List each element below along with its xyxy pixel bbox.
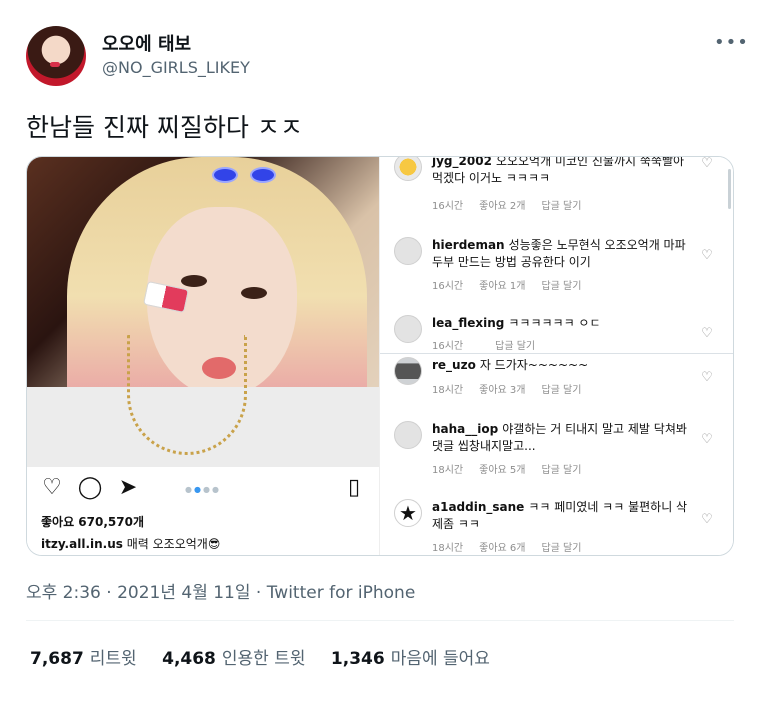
quote-label: 인용한 트윗 (221, 649, 306, 669)
comment-user[interactable]: jyg_2002 (432, 157, 492, 168)
list-item: jyg_2002 오오오억개 미코인 진물까지 쭉쭉빨아먹겠다 이거노 ㅋㅋㅋㅋ … (380, 157, 733, 223)
comment-user[interactable]: a1addin_sane (432, 500, 524, 514)
comment-time: 18시간 (432, 543, 464, 554)
list-item: re_uzo 자 드가자~~~~~~ ♡ 18시간 좋아요 3개 답글 달기 (380, 357, 733, 427)
comment-text: 자 드가자~~~~~~ (479, 358, 589, 372)
comment-avatar[interactable] (394, 357, 422, 385)
reply-link[interactable]: 답글 달기 (541, 201, 581, 212)
heart-icon[interactable]: ♡ (39, 475, 65, 501)
comment-avatar[interactable] (394, 421, 422, 449)
quote-tweet-stat[interactable]: 4,468 인용한 트윗 (162, 649, 305, 669)
list-item: hierdeman 성능좋은 노무현식 오조오억개 마파두부 만드는 방법 공유한… (380, 237, 733, 307)
likes-count: 좋아요 670,570개 (41, 515, 144, 529)
like-stat[interactable]: 1,346 마음에 들어요 (331, 649, 490, 669)
comment-time: 16시간 (432, 281, 464, 292)
reply-link[interactable]: 답글 달기 (541, 465, 581, 476)
like-count: 1,346 (330, 649, 385, 669)
comment-time: 18시간 (432, 465, 464, 476)
comment-avatar[interactable] (394, 157, 422, 181)
comment-user[interactable]: hierdeman (432, 238, 505, 252)
comment-icon[interactable]: ◯ (77, 475, 103, 501)
comment-user[interactable]: re_uzo (432, 358, 476, 372)
carousel-dots: ●●●● (185, 485, 221, 494)
quote-count: 4,468 (162, 649, 216, 669)
share-icon[interactable]: ➤ (115, 475, 141, 501)
caption-text: 매력 오조오억개😎 (126, 537, 221, 551)
divider (26, 620, 734, 621)
retweet-label: 리트윗 (89, 649, 137, 669)
comment-avatar[interactable] (394, 315, 422, 343)
instagram-photo (27, 157, 379, 467)
tweet-text: 한남들 진짜 찌질하다 ㅈㅈ (26, 113, 303, 142)
comment-likes[interactable]: 좋아요 6개 (479, 543, 525, 554)
like-label: 마음에 들어요 (390, 649, 490, 669)
comment-likes[interactable]: 좋아요 1개 (479, 281, 525, 292)
retweet-count: 7,687 (30, 649, 84, 669)
reply-link[interactable]: 답글 달기 (541, 281, 581, 292)
heart-icon[interactable]: ♡ (700, 249, 714, 263)
reply-link[interactable]: 답글 달기 (541, 385, 581, 396)
tweet-media[interactable]: ♡ ◯ ➤ ●●●● ▯ 좋아요 670,570개 itzy.all.in.us… (26, 156, 734, 556)
caption: itzy.all.in.us 매력 오조오억개😎 (41, 535, 220, 552)
instagram-action-bar: ♡ ◯ ➤ ●●●● ▯ 좋아요 670,570개 itzy.all.in.us… (27, 467, 379, 555)
caption-user[interactable]: itzy.all.in.us (41, 537, 123, 551)
tweet-timestamp: 오후 2:36 · 2021년 4월 11일 · Twitter for iPh… (26, 578, 415, 603)
heart-icon[interactable]: ♡ (700, 327, 714, 341)
tweet-header: 오오에 태보 @NO_GIRLS_LIKEY ••• (26, 26, 748, 92)
heart-icon[interactable]: ♡ (700, 513, 714, 527)
heart-icon[interactable]: ♡ (700, 371, 714, 385)
comment-avatar[interactable] (394, 237, 422, 265)
reply-link[interactable]: 답글 달기 (495, 341, 535, 352)
display-name[interactable]: 오오에 태보 (102, 30, 191, 56)
comment-user[interactable]: lea_flexing (432, 316, 504, 330)
heart-icon[interactable]: ♡ (700, 157, 714, 171)
tweet-source[interactable]: Twitter for iPhone (267, 583, 416, 603)
list-item: ★ a1addin_sane ㅋㅋ 페미였네 ㅋㅋ 불편하니 삭제좀 ㅋㅋ ♡ 1… (380, 499, 733, 555)
heart-icon[interactable]: ♡ (700, 433, 714, 447)
top-cropped-strip (520, 0, 720, 4)
reply-link[interactable]: 답글 달기 (541, 543, 581, 554)
retweet-stat[interactable]: 7,687 리트윗 (30, 649, 137, 669)
comment-user[interactable]: haha__iop (432, 422, 498, 436)
timestamp-text[interactable]: 오후 2:36 · 2021년 4월 11일 · (26, 583, 267, 603)
bookmark-icon[interactable]: ▯ (341, 475, 367, 501)
comment-text: ㅋㅋㅋㅋㅋㅋ ㅇㄷ (508, 316, 601, 330)
tweet-stats: 7,687 리트윗 4,468 인용한 트윗 1,346 마음에 들어요 (30, 644, 510, 669)
comment-likes[interactable]: 좋아요 5개 (479, 465, 525, 476)
user-handle[interactable]: @NO_GIRLS_LIKEY (102, 58, 250, 77)
more-dots-icon[interactable]: ••• (714, 32, 748, 53)
divider (380, 353, 733, 354)
comment-list: jyg_2002 오오오억개 미코인 진물까지 쭉쭉빨아먹겠다 이거노 ㅋㅋㅋㅋ … (379, 157, 733, 555)
comment-time: 16시간 (432, 341, 464, 352)
comment-time: 16시간 (432, 201, 464, 212)
avatar[interactable] (26, 26, 86, 86)
comment-likes[interactable]: 좋아요 2개 (479, 201, 525, 212)
comment-time: 18시간 (432, 385, 464, 396)
list-item: haha__iop 야갤하는 거 티내지 말고 제발 닥쳐봐 댓글 씹창내지말고.… (380, 421, 733, 491)
comment-likes[interactable]: 좋아요 3개 (479, 385, 525, 396)
star-icon[interactable]: ★ (394, 499, 422, 527)
